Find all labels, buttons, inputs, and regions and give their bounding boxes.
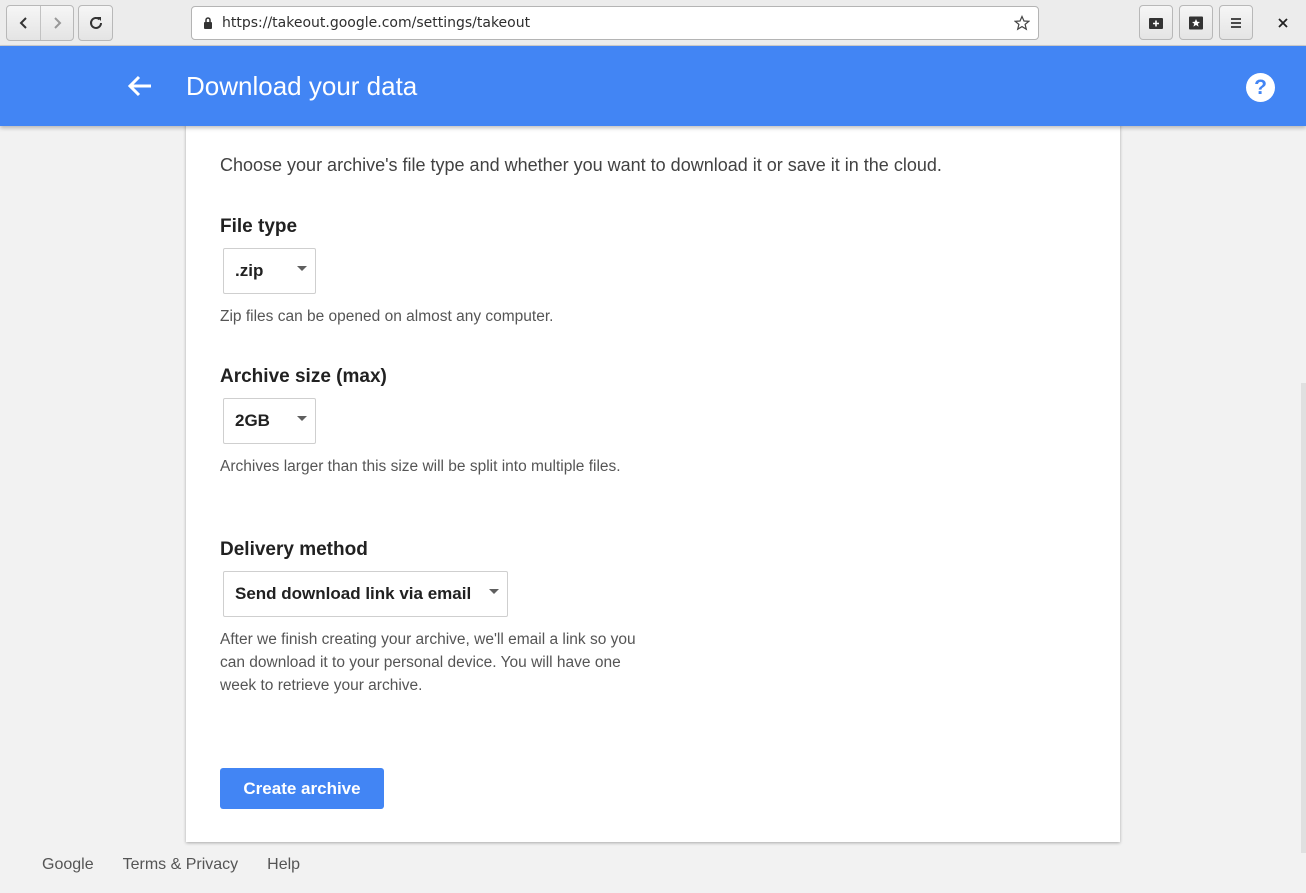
footer-link-help[interactable]: Help bbox=[267, 856, 300, 874]
lock-icon bbox=[204, 17, 212, 29]
new-tab-icon bbox=[1149, 17, 1163, 29]
dropdown-caret-icon bbox=[489, 589, 499, 594]
delivery-method-value: Send download link via email bbox=[235, 584, 472, 603]
footer-link-terms-privacy[interactable]: Terms & Privacy bbox=[123, 856, 239, 874]
nav-button-group bbox=[6, 5, 74, 41]
reload-icon bbox=[89, 16, 102, 29]
file-type-heading: File type bbox=[220, 216, 298, 237]
archive-size-value: 2GB bbox=[235, 411, 270, 430]
intro-text: Choose your archive's file type and whet… bbox=[220, 155, 942, 175]
archive-size-description: Archives larger than this size will be s… bbox=[220, 458, 621, 475]
address-bar[interactable]: https://takeout.google.com/settings/take… bbox=[191, 6, 1039, 40]
page-title: Download your data bbox=[186, 71, 418, 101]
close-icon bbox=[1278, 17, 1288, 28]
footer-links: Google Terms & Privacy Help bbox=[42, 856, 300, 874]
archive-settings-card: Choose your archive's file type and whet… bbox=[186, 112, 1120, 842]
bookmarks-button[interactable] bbox=[1179, 5, 1213, 40]
footer-link-google[interactable]: Google bbox=[42, 856, 94, 874]
menu-icon bbox=[1231, 17, 1241, 28]
delivery-method-heading: Delivery method bbox=[220, 539, 368, 560]
bookmarks-icon bbox=[1189, 16, 1203, 29]
browser-toolbar: https://takeout.google.com/settings/take… bbox=[0, 0, 1306, 46]
delivery-method-description: After we finish creating your archive, w… bbox=[220, 631, 636, 694]
file-type-select[interactable]: .zip bbox=[223, 248, 316, 294]
forward-button[interactable] bbox=[40, 6, 73, 40]
help-icon[interactable]: ? bbox=[1246, 73, 1275, 102]
menu-button[interactable] bbox=[1219, 5, 1253, 40]
app-header: Download your data ? bbox=[0, 46, 1306, 126]
back-button[interactable] bbox=[7, 6, 40, 40]
new-tab-button[interactable] bbox=[1139, 5, 1173, 40]
delivery-method-select[interactable]: Send download link via email bbox=[223, 571, 508, 617]
file-type-description: Zip files can be opened on almost any co… bbox=[220, 308, 554, 325]
archive-size-heading: Archive size (max) bbox=[220, 366, 387, 387]
back-arrow-icon bbox=[19, 17, 27, 29]
dropdown-caret-icon bbox=[297, 266, 307, 271]
forward-arrow-icon bbox=[54, 17, 62, 29]
reload-button[interactable] bbox=[78, 5, 113, 41]
url-text: https://takeout.google.com/settings/take… bbox=[222, 15, 531, 31]
back-nav-button[interactable] bbox=[126, 72, 154, 100]
scrollbar[interactable] bbox=[1301, 383, 1306, 853]
archive-size-select[interactable]: 2GB bbox=[223, 398, 316, 444]
window-close-button[interactable] bbox=[1266, 5, 1300, 40]
arrow-back-icon bbox=[127, 75, 151, 97]
file-type-value: .zip bbox=[235, 261, 264, 280]
create-archive-button[interactable]: Create archive bbox=[220, 768, 384, 809]
bookmark-star-icon[interactable] bbox=[1014, 15, 1030, 31]
dropdown-caret-icon bbox=[297, 416, 307, 421]
